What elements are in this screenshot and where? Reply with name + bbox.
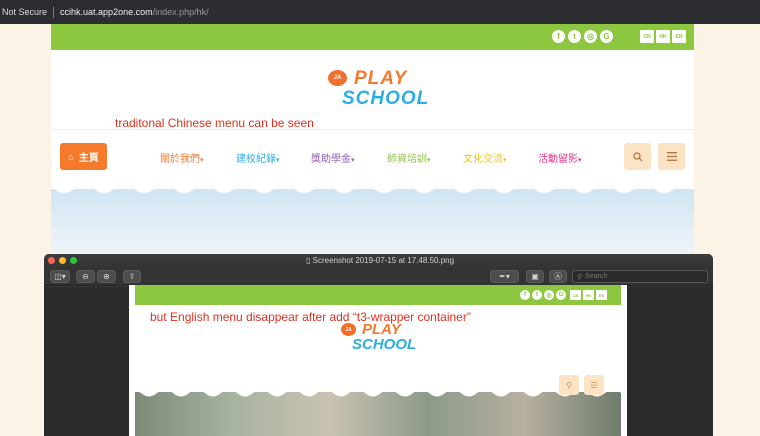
home-icon: ⌂ (68, 151, 74, 162)
menu-item-scholarships[interactable]: 獎助學金▾ (311, 150, 355, 165)
search-input[interactable]: ⚲ Search (572, 270, 708, 283)
search-button[interactable] (624, 143, 651, 170)
sidebar-toggle-button[interactable]: ◫▾ (50, 270, 70, 283)
page-margin-right (694, 24, 760, 254)
markup-pen-button[interactable]: ✒▾ (490, 270, 519, 283)
facebook-icon: f (520, 290, 530, 300)
preview-window: ▯ Screenshot 2019-07-15 at 17.48.50.png … (44, 254, 713, 436)
hamburger-icon (666, 152, 677, 161)
instagram-icon: ◎ (544, 290, 554, 300)
facebook-icon[interactable]: f (552, 30, 565, 43)
chevron-down-icon: ▾ (200, 157, 204, 164)
lang-cn: CN (570, 290, 581, 300)
instagram-icon[interactable]: ◎ (584, 30, 597, 43)
twitter-icon[interactable]: t (568, 30, 581, 43)
divider (53, 6, 55, 18)
site-logo: JA PLAY SCHOOL (341, 321, 416, 357)
logo-badge: JA (341, 323, 356, 336)
menu-item-cultural-exchange[interactable]: 文化交流▾ (463, 150, 507, 165)
home-button[interactable]: ⌂ 主頁 (60, 143, 107, 170)
chevron-down-icon: ▾ (503, 157, 507, 164)
close-icon[interactable] (48, 257, 55, 264)
preview-toolbar: ◫▾ ⊖ ⊕ ⇧ ✒▾ ▣ Ⓐ ⚲ Search (44, 268, 713, 286)
zoom-in-button[interactable]: ⊕ (97, 270, 116, 283)
annotation-text: traditonal Chinese menu can be seen (115, 116, 314, 130)
twitter-icon: t (532, 290, 542, 300)
chevron-down-icon: ▾ (351, 157, 355, 164)
url-path: /index.php/hk/ (152, 7, 209, 17)
search-icon: ⚲ (577, 273, 583, 281)
share-button[interactable]: ⇧ (123, 270, 141, 283)
zoom-out-button[interactable]: ⊖ (76, 270, 95, 283)
search-button: ⚲ (559, 375, 579, 395)
window-titlebar[interactable]: ▯ Screenshot 2019-07-15 at 17.48.50.png (44, 254, 713, 268)
search-placeholder: Search (585, 273, 608, 280)
embedded-screenshot: f t ◎ G CN HK EN but English menu disapp… (129, 285, 627, 436)
home-label: 主頁 (78, 153, 99, 164)
logo-play: PLAY (354, 68, 408, 89)
wave-divider (135, 385, 621, 397)
window-controls (48, 257, 77, 264)
wave-divider (51, 179, 694, 193)
chevron-down-icon: ▾ (578, 157, 582, 164)
minimize-icon[interactable] (59, 257, 66, 264)
google-icon: G (556, 290, 566, 300)
website: f t ◎ G CN HK EN JA PLAY SCHOOL traditon… (51, 24, 694, 254)
menu-toggle-button: ☰ (584, 375, 604, 395)
lang-en: EN (596, 290, 607, 300)
logo-badge: JA (328, 70, 347, 86)
divider (51, 129, 694, 130)
menu-toggle-button[interactable] (658, 143, 685, 170)
language-switcher: CN HK EN (640, 30, 686, 43)
social-links: f t ◎ G (552, 30, 613, 43)
lang-hk[interactable]: HK (656, 30, 670, 43)
site-logo[interactable]: JA PLAY SCHOOL (328, 68, 428, 114)
browser-address-bar[interactable]: Not Secure ccihk.uat.app2one.com/index.p… (0, 0, 760, 24)
lang-cn[interactable]: CN (640, 30, 654, 43)
markup-toolbar-button[interactable]: Ⓐ (549, 270, 567, 283)
logo-school: SCHOOL (352, 336, 417, 353)
menu-item-gallery[interactable]: 活動留影▾ (538, 150, 582, 165)
menu-item-about[interactable]: 關於我們▾ (160, 150, 204, 165)
menu-item-teacher-training[interactable]: 師資培訓▾ (387, 150, 431, 165)
search-icon (632, 151, 642, 161)
logo-school: SCHOOL (342, 88, 430, 109)
annotation-text: but English menu disappear after add “t3… (150, 310, 471, 324)
google-icon[interactable]: G (600, 30, 613, 43)
window-title: ▯ Screenshot 2019-07-15 at 17.48.50.png (306, 256, 455, 265)
lang-en[interactable]: EN (672, 30, 686, 43)
security-label: Not Secure (2, 7, 48, 17)
menu-item-school-records[interactable]: 建校紀錄▾ (236, 150, 280, 165)
chevron-down-icon: ▾ (427, 157, 431, 164)
page-margin-left (0, 24, 51, 254)
lang-hk: HK (583, 290, 594, 300)
zoom-icon[interactable] (70, 257, 77, 264)
language-switcher: CN HK EN (570, 290, 607, 300)
rotate-button[interactable]: ▣ (526, 270, 544, 283)
chevron-down-icon: ▾ (276, 157, 280, 164)
hero-banner (51, 189, 694, 254)
social-links: f t ◎ G (520, 290, 566, 300)
url-host: ccihk.uat.app2one.com (60, 7, 153, 17)
